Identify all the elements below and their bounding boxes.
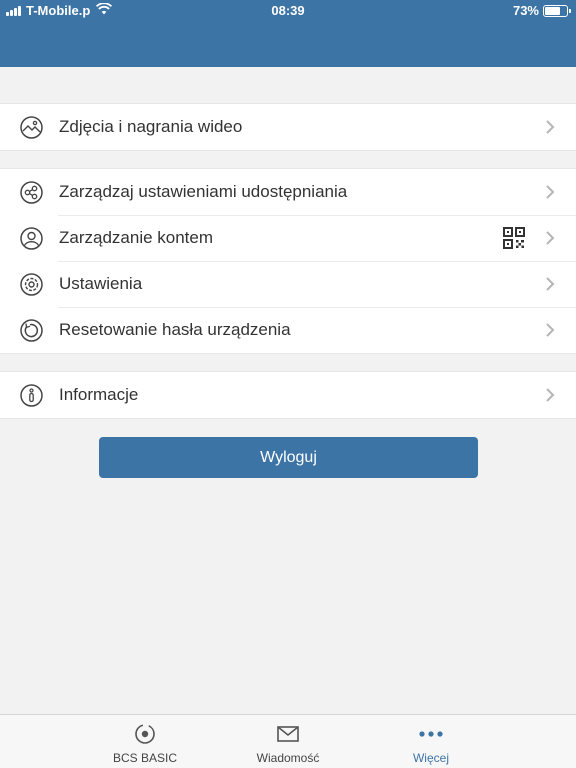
user-icon — [19, 226, 44, 251]
reset-icon — [19, 318, 44, 343]
menu-item-photos-videos[interactable]: Zdjęcia i nagrania wideo — [0, 104, 576, 150]
chevron-right-icon — [544, 183, 556, 201]
settings-icon — [19, 272, 44, 297]
status-bar: T-Mobile.p 08:39 73% — [0, 0, 576, 22]
chevron-right-icon — [544, 118, 556, 136]
mail-icon — [276, 723, 300, 745]
menu-section-media: Zdjęcia i nagrania wideo — [0, 103, 576, 151]
menu-section-management: Zarządzaj ustawieniami udostępniania Zar… — [0, 168, 576, 354]
menu-item-settings[interactable]: Ustawienia — [0, 261, 576, 307]
chevron-right-icon — [544, 321, 556, 339]
qr-code-icon[interactable] — [503, 227, 525, 249]
tab-label: Więcej — [412, 751, 449, 765]
menu-item-label: Zarządzaj ustawieniami udostępniania — [59, 182, 348, 201]
tab-bcs-basic[interactable]: BCS BASIC — [85, 715, 205, 768]
logout-button[interactable]: Wyloguj — [99, 437, 478, 478]
tab-messages[interactable]: Wiadomość — [228, 715, 348, 768]
tab-more[interactable]: Więcej — [371, 715, 491, 768]
chevron-right-icon — [544, 229, 556, 247]
menu-item-information[interactable]: Informacje — [0, 372, 576, 418]
app-header: T-Mobile.p 08:39 73% — [0, 0, 576, 67]
chevron-right-icon — [544, 275, 556, 293]
more-icon — [419, 723, 443, 745]
tab-label: BCS BASIC — [112, 751, 178, 765]
tab-bar: BCS BASIC Wiadomość Więcej — [0, 714, 576, 768]
menu-item-reset-password[interactable]: Resetowanie hasła urządzenia — [0, 307, 576, 353]
tab-label: Wiadomość — [256, 751, 320, 765]
menu-item-label: Zarządzanie kontem — [59, 228, 214, 247]
clock: 08:39 — [271, 3, 305, 18]
menu-item-label: Informacje — [59, 385, 139, 404]
menu-item-account[interactable]: Zarządzanie kontem — [0, 215, 576, 261]
chevron-right-icon — [544, 386, 556, 404]
menu-item-label: Zdjęcia i nagrania wideo — [59, 117, 243, 136]
camera-icon — [133, 723, 157, 745]
info-icon — [19, 383, 44, 408]
menu-item-sharing-settings[interactable]: Zarządzaj ustawieniami udostępniania — [0, 169, 576, 215]
share-icon — [19, 180, 44, 205]
menu-section-info: Informacje — [0, 371, 576, 419]
battery-percent: 73% — [512, 3, 539, 18]
menu-item-label: Ustawienia — [59, 274, 143, 293]
photo-icon — [19, 115, 44, 140]
battery-icon — [543, 4, 571, 17]
menu-item-label: Resetowanie hasła urządzenia — [59, 320, 291, 339]
